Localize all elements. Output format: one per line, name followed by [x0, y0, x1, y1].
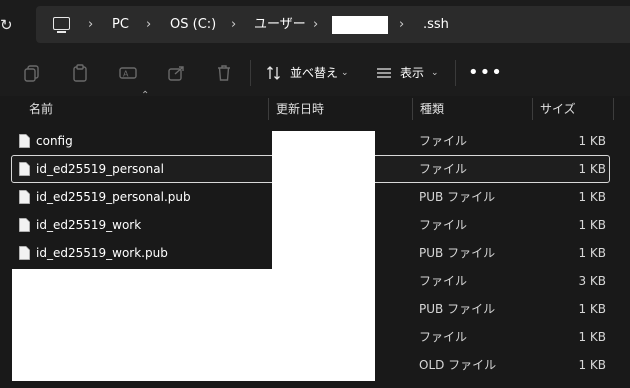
column-divider[interactable] — [613, 98, 614, 120]
computer-icon[interactable] — [53, 17, 70, 33]
svg-text:A: A — [123, 70, 129, 79]
address-bar-area: ↻ › PC › OS (C:) › ユーザー › › .ssh — [0, 0, 630, 50]
file-type: PUB ファイル — [419, 302, 496, 316]
file-type: PUB ファイル — [419, 190, 496, 204]
file-icon — [19, 218, 30, 232]
file-type: ファイル — [419, 274, 468, 288]
file-name: config — [36, 134, 73, 148]
sort-ascending-icon: ⌃ — [141, 90, 150, 101]
file-size: 1 KB — [578, 218, 606, 232]
chevron-down-icon: ⌄ — [341, 68, 349, 78]
file-size: 1 KB — [578, 162, 606, 176]
column-header: ⌃ 名前 更新日時 種類 サイズ — [0, 90, 630, 122]
sort-label: 並べ替え — [290, 66, 339, 80]
paste-icon[interactable] — [70, 63, 90, 83]
file-type: PUB ファイル — [419, 246, 496, 260]
view-label: 表示 — [400, 66, 425, 80]
breadcrumb-drive[interactable]: OS (C:) — [170, 6, 216, 43]
rename-icon[interactable]: A — [118, 63, 138, 83]
view-icon — [377, 68, 391, 78]
file-icon — [19, 190, 30, 204]
address-bar[interactable]: › PC › OS (C:) › ユーザー › › .ssh — [36, 6, 630, 43]
breadcrumb-ssh[interactable]: .ssh — [423, 6, 449, 43]
column-divider[interactable] — [532, 98, 533, 120]
file-icon — [19, 134, 30, 148]
column-modified[interactable]: 更新日時 — [276, 96, 324, 122]
chevron-right-icon[interactable]: › — [399, 6, 404, 43]
file-name: id_ed25519_work — [36, 218, 142, 232]
breadcrumb-users[interactable]: ユーザー — [254, 6, 306, 43]
chevron-right-icon[interactable]: › — [88, 6, 93, 43]
column-divider[interactable] — [268, 98, 269, 120]
file-size: 1 KB — [578, 330, 606, 344]
file-name: id_ed25519_personal — [36, 162, 164, 176]
redaction-block — [12, 269, 375, 381]
file-type: ファイル — [419, 162, 468, 176]
share-icon[interactable] — [166, 63, 186, 83]
chevron-right-icon[interactable]: › — [146, 6, 151, 43]
file-type: ファイル — [419, 218, 468, 232]
column-divider[interactable] — [412, 98, 413, 120]
file-name: id_ed25519_personal.pub — [36, 190, 191, 204]
file-icon — [19, 246, 30, 260]
file-size: 1 KB — [578, 246, 606, 260]
file-name: id_ed25519_work.pub — [36, 246, 168, 260]
file-size: 1 KB — [578, 134, 606, 148]
file-type: ファイル — [419, 134, 468, 148]
toolbar-divider — [455, 60, 456, 86]
refresh-icon[interactable]: ↻ — [0, 14, 16, 36]
sort-icon — [267, 66, 280, 80]
breadcrumb-username-redacted[interactable] — [332, 16, 388, 34]
chevron-right-icon[interactable]: › — [231, 6, 236, 43]
column-name[interactable]: 名前 — [29, 96, 53, 122]
column-size[interactable]: サイズ — [540, 96, 576, 122]
copy-icon[interactable] — [22, 63, 42, 83]
column-type[interactable]: 種類 — [420, 96, 444, 122]
delete-icon[interactable] — [214, 63, 234, 83]
chevron-down-icon: ⌄ — [431, 68, 439, 78]
file-size: 1 KB — [578, 302, 606, 316]
file-size: 3 KB — [578, 274, 606, 288]
file-size: 1 KB — [578, 190, 606, 204]
file-type: ファイル — [419, 330, 468, 344]
file-size: 1 KB — [578, 358, 606, 372]
toolbar-divider — [250, 60, 251, 86]
chevron-right-icon[interactable]: › — [313, 6, 318, 43]
command-bar: A 並べ替え ⌄ 表示 ⌄ ••• — [0, 50, 630, 96]
file-type: OLD ファイル — [419, 358, 497, 372]
breadcrumb-pc[interactable]: PC — [112, 6, 129, 43]
more-options-icon[interactable]: ••• — [468, 62, 503, 84]
file-icon — [19, 162, 30, 176]
